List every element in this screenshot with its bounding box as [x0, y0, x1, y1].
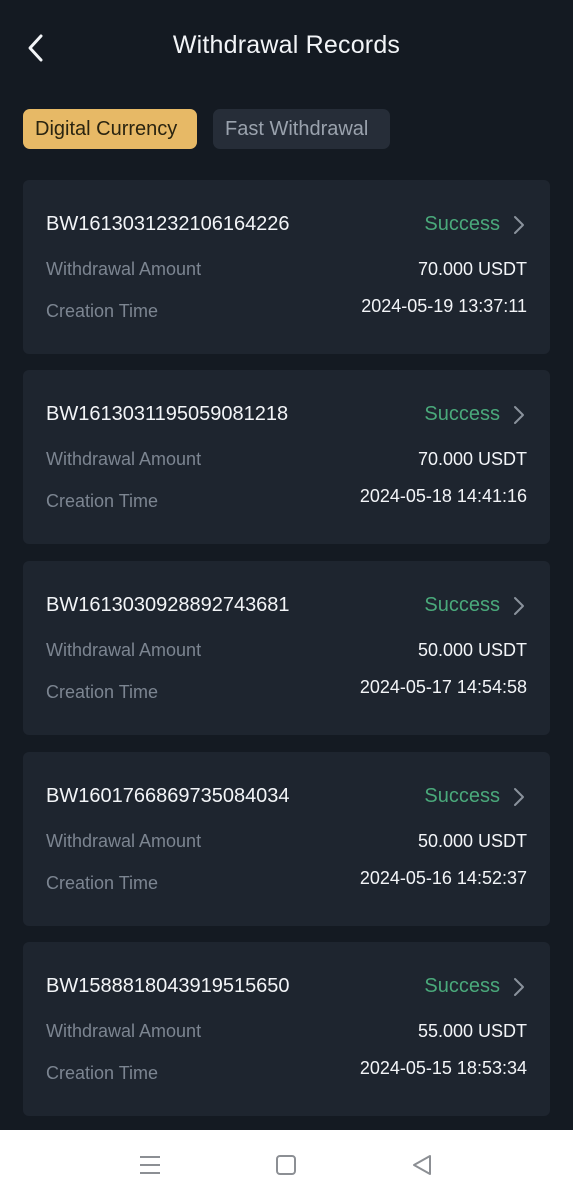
amount-value: 50.000 USDT	[417, 831, 527, 851]
chevron-right-icon	[514, 597, 524, 615]
order-id: BW1613031195059081218	[46, 403, 289, 425]
amount-value: 50.000 USDT	[417, 640, 527, 660]
chevron-right-icon	[514, 978, 524, 996]
record-card[interactable]: BW1588818043919515650 Success Withdrawal…	[23, 942, 550, 1116]
tab-fast-withdrawal[interactable]: Fast Withdrawal	[213, 109, 390, 149]
time-value: 2024-05-16 14:52:37	[359, 868, 527, 888]
status-text: Success	[424, 785, 500, 807]
chevron-right-icon	[514, 788, 524, 806]
amount-label: Withdrawal Amount	[46, 259, 202, 279]
chevron-right-icon	[514, 216, 524, 234]
time-value: 2024-05-18 14:41:16	[359, 486, 527, 506]
amount-label: Withdrawal Amount	[46, 449, 202, 469]
amount-label: Withdrawal Amount	[46, 640, 202, 660]
order-id: BW1588818043919515650	[46, 975, 290, 997]
back-triangle-icon[interactable]	[409, 1152, 435, 1178]
record-card[interactable]: BW1613030928892743681 Success Withdrawal…	[23, 561, 550, 735]
menu-icon[interactable]	[137, 1152, 163, 1178]
amount-value: 70.000 USDT	[417, 259, 527, 279]
app-header: Withdrawal Records	[0, 0, 573, 95]
record-card[interactable]: BW1601766869735084034 Success Withdrawal…	[23, 752, 550, 926]
time-label: Creation Time	[46, 301, 159, 321]
record-card[interactable]: BW1613031195059081218 Success Withdrawal…	[23, 370, 550, 544]
order-id: BW1601766869735084034	[46, 785, 290, 807]
status-text: Success	[424, 213, 500, 235]
amount-label: Withdrawal Amount	[46, 831, 202, 851]
time-value: 2024-05-17 14:54:58	[359, 677, 527, 697]
page-title: Withdrawal Records	[172, 31, 401, 59]
time-value: 2024-05-19 13:37:11	[361, 296, 527, 316]
time-value: 2024-05-15 18:53:34	[359, 1058, 527, 1078]
chevron-right-icon	[514, 406, 524, 424]
time-label: Creation Time	[46, 873, 159, 893]
order-id: BW1613030928892743681	[46, 594, 290, 616]
tab-digital-currency[interactable]: Digital Currency	[23, 109, 197, 149]
time-label: Creation Time	[46, 491, 159, 511]
status-text: Success	[424, 594, 500, 616]
status-text: Success	[424, 403, 500, 425]
amount-value: 70.000 USDT	[417, 449, 527, 469]
system-nav-bar	[0, 1130, 573, 1200]
record-card[interactable]: BW1613031232106164226 Success Withdrawal…	[23, 180, 550, 354]
amount-label: Withdrawal Amount	[46, 1021, 202, 1041]
time-label: Creation Time	[46, 682, 159, 702]
order-id: BW1613031232106164226	[46, 213, 290, 235]
home-square-icon[interactable]	[273, 1152, 299, 1178]
status-text: Success	[424, 975, 500, 997]
amount-value: 55.000 USDT	[417, 1021, 527, 1041]
time-label: Creation Time	[46, 1063, 159, 1083]
